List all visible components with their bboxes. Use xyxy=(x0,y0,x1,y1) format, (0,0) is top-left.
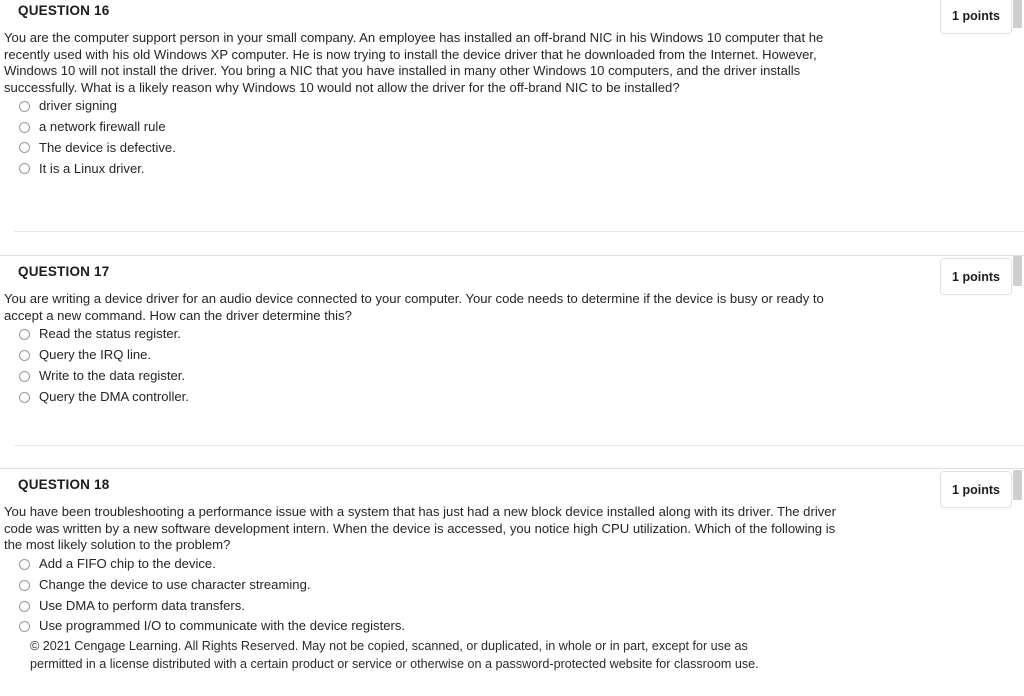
radio-button-icon[interactable] xyxy=(19,142,30,154)
copyright-line-2: permitted in a license distributed with … xyxy=(30,657,759,672)
option-label: The device is defective. xyxy=(39,139,176,155)
option-row[interactable]: Query the DMA controller. xyxy=(4,387,1024,408)
question-header-18: QUESTION 18 1 points xyxy=(0,471,1024,508)
radio-button-icon[interactable] xyxy=(19,121,30,133)
quiz-page: QUESTION 16 1 points You are the compute… xyxy=(0,0,1024,696)
option-row[interactable]: Write to the data register. xyxy=(4,366,1024,387)
question-header-16: QUESTION 16 1 points xyxy=(0,0,1024,34)
question-body-18: You have been troubleshooting a performa… xyxy=(0,504,1024,673)
option-row[interactable]: a network firewall rule xyxy=(4,117,1024,138)
question-title-16: QUESTION 16 xyxy=(18,3,110,18)
question-text-18: You have been troubleshooting a performa… xyxy=(4,504,836,553)
option-label: Read the status register. xyxy=(39,326,181,342)
points-badge-18: 1 points xyxy=(940,471,1012,508)
option-row[interactable]: Query the IRQ line. xyxy=(4,345,1024,366)
radio-button-icon[interactable] xyxy=(19,579,30,591)
radio-button-icon[interactable] xyxy=(19,558,30,570)
option-row[interactable]: It is a Linux driver. xyxy=(4,159,1024,180)
option-label: Use DMA to perform data transfers. xyxy=(39,597,245,613)
question-body-17: You are writing a device driver for an a… xyxy=(0,291,1024,408)
radio-button-icon[interactable] xyxy=(19,621,30,633)
options-list-16: driver signing a network firewall rule T… xyxy=(4,96,1024,179)
option-label: Write to the data register. xyxy=(39,367,186,383)
copyright-line-1: © 2021 Cengage Learning. All Rights Rese… xyxy=(30,639,748,654)
scrollbar-thumb[interactable] xyxy=(1013,256,1022,286)
option-row[interactable]: The device is defective. xyxy=(4,138,1024,159)
points-badge-16: 1 points xyxy=(940,0,1012,34)
option-label: It is a Linux driver. xyxy=(39,160,145,176)
radio-button-icon[interactable] xyxy=(19,600,30,612)
question-title-18: QUESTION 18 xyxy=(18,477,110,492)
option-row[interactable]: driver signing xyxy=(4,96,1024,117)
question-header-17: QUESTION 17 1 points xyxy=(0,258,1024,295)
option-label: Query the DMA controller. xyxy=(39,388,189,404)
points-badge-17: 1 points xyxy=(940,258,1012,295)
question-text-17: You are writing a device driver for an a… xyxy=(4,291,824,323)
scrollbar-thumb[interactable] xyxy=(1013,470,1022,500)
options-list-18: Add a FIFO chip to the device. Change th… xyxy=(4,554,1024,638)
option-row[interactable]: Add a FIFO chip to the device. xyxy=(4,554,1024,575)
question-block-18: QUESTION 18 1 points You have been troub… xyxy=(0,468,1024,696)
option-row[interactable]: Read the status register. xyxy=(4,324,1024,345)
option-label: Change the device to use character strea… xyxy=(39,576,311,592)
question-inner-divider xyxy=(14,231,1024,232)
option-row[interactable]: Use DMA to perform data transfers. xyxy=(4,596,1024,617)
option-label: a network firewall rule xyxy=(39,119,166,135)
radio-button-icon[interactable] xyxy=(19,163,30,175)
copyright-notice: © 2021 Cengage Learning. All Rights Rese… xyxy=(30,637,910,673)
option-label: Use programmed I/O to communicate with t… xyxy=(39,618,406,634)
radio-button-icon[interactable] xyxy=(19,370,30,382)
question-text-16: You are the computer support person in y… xyxy=(4,30,824,95)
option-label: Query the IRQ line. xyxy=(39,347,152,363)
radio-button-icon[interactable] xyxy=(19,100,30,112)
option-label: driver signing xyxy=(39,98,117,114)
radio-button-icon[interactable] xyxy=(19,350,30,362)
option-row[interactable]: Change the device to use character strea… xyxy=(4,575,1024,596)
question-block-17: QUESTION 17 1 points You are writing a d… xyxy=(0,255,1024,446)
question-inner-divider xyxy=(14,445,1024,446)
radio-button-icon[interactable] xyxy=(19,391,30,403)
option-label: Add a FIFO chip to the device. xyxy=(39,555,216,571)
options-list-17: Read the status register. Query the IRQ … xyxy=(4,324,1024,408)
question-block-16: QUESTION 16 1 points You are the compute… xyxy=(0,0,1024,232)
radio-button-icon[interactable] xyxy=(19,329,30,341)
question-body-16: You are the computer support person in y… xyxy=(0,30,1024,180)
question-title-17: QUESTION 17 xyxy=(18,264,110,279)
scrollbar-thumb[interactable] xyxy=(1013,0,1022,28)
option-row[interactable]: Use programmed I/O to communicate with t… xyxy=(4,616,1024,637)
